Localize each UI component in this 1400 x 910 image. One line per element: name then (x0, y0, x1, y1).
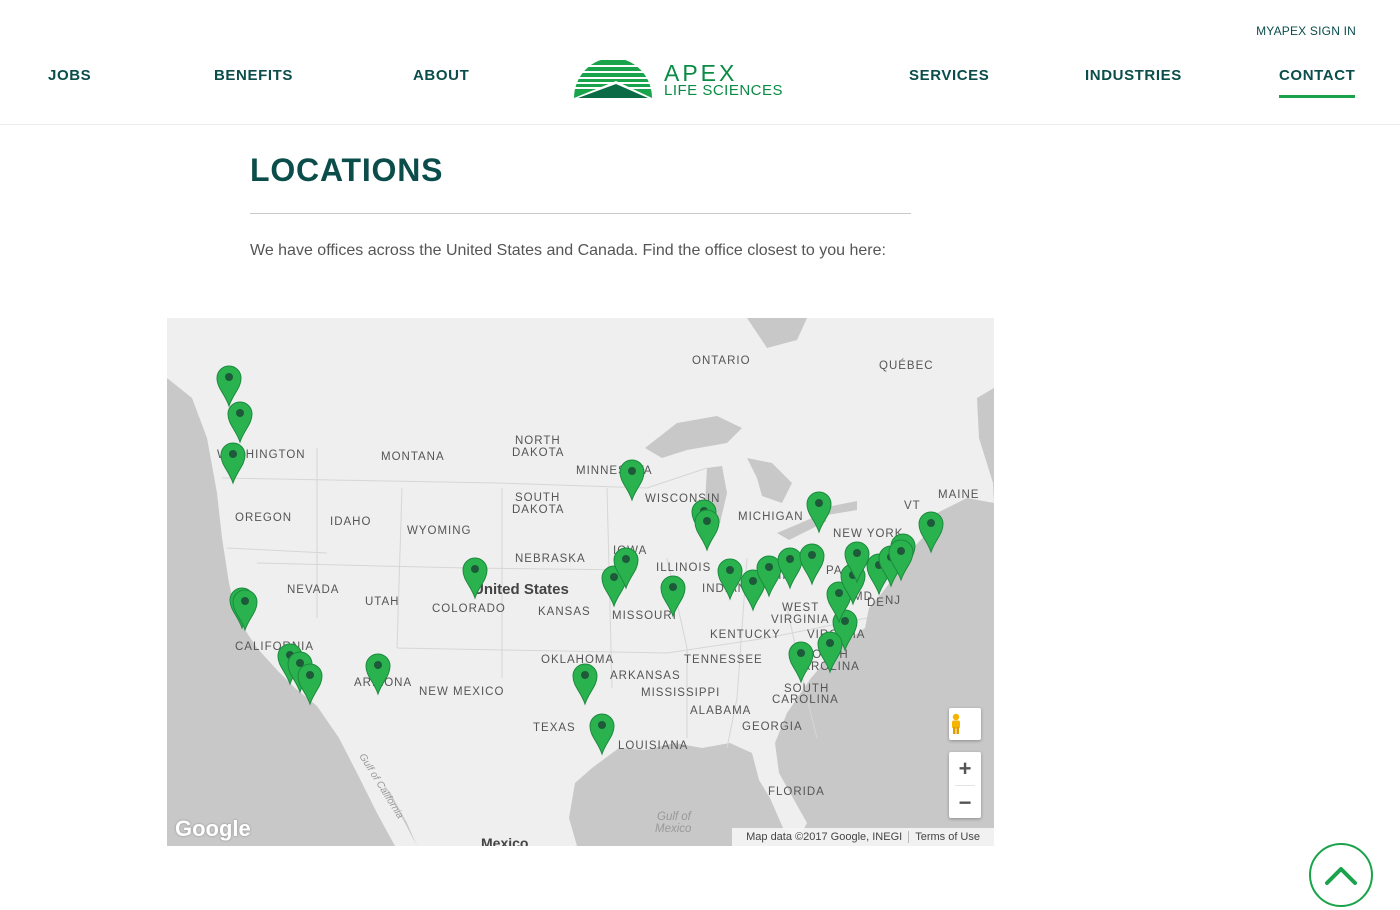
scroll-to-top-button[interactable] (1309, 843, 1373, 907)
map-label: CAROLINA (772, 694, 839, 706)
nav-services[interactable]: SERVICES (909, 67, 989, 84)
map-label: MISSISSIPPI (641, 687, 720, 699)
map-label: FLORIDA (768, 786, 825, 798)
logo-mountain-icon (574, 60, 652, 98)
zoom-controls: + − (949, 752, 981, 818)
map-label: OREGON (235, 512, 292, 524)
nav-contact[interactable]: CONTACT (1279, 67, 1356, 98)
map-label-country: United States (473, 581, 569, 598)
nav-benefits[interactable]: BENEFITS (214, 67, 293, 84)
page-title: LOCATIONS (250, 152, 444, 188)
map-label: ILLINOIS (656, 562, 711, 574)
map-label: COLORADO (432, 603, 506, 615)
map-label: NORTH (515, 435, 561, 447)
google-logo: Google (175, 816, 251, 841)
map-label: ARKANSAS (610, 670, 681, 682)
header-divider (0, 124, 1400, 125)
map-canvas[interactable]: ONTARIO QUÉBEC WASHINGTON MONTANA NORTH … (167, 318, 994, 846)
zoom-out-button[interactable]: − (949, 786, 981, 819)
map-label: SOUTH (515, 492, 560, 504)
locations-map[interactable]: ONTARIO QUÉBEC WASHINGTON MONTANA NORTH … (167, 318, 994, 846)
map-label: CALIFORNIA (235, 641, 314, 653)
map-label: WYOMING (407, 525, 472, 537)
title-divider (250, 213, 911, 214)
map-label: MICHIGAN (738, 511, 804, 523)
map-label: Mexico (655, 823, 692, 835)
nav-jobs[interactable]: JOBS (48, 67, 91, 84)
logo-lifesciences-text: LIFE SCIENCES (664, 82, 784, 99)
map-label: NJ (885, 595, 901, 607)
apex-logo[interactable]: APEX LIFE SCIENCES (572, 52, 822, 100)
map-label-country: Mexico (481, 835, 528, 846)
pegman-icon[interactable] (949, 708, 981, 740)
map-label: QUÉBEC (879, 359, 934, 372)
map-attribution: Map data ©2017 Google, INEGI Terms of Use (732, 828, 994, 846)
map-label: IDAHO (330, 516, 371, 528)
map-label: NEW MEXICO (419, 686, 504, 698)
map-label: KANSAS (538, 606, 591, 618)
map-label: DAKOTA (512, 447, 564, 459)
intro-text: We have offices across the United States… (250, 242, 886, 259)
chevron-up-icon (1325, 867, 1357, 885)
map-label: UTAH (365, 596, 399, 608)
map-label: LOUISIANA (618, 740, 688, 752)
nav-industries[interactable]: INDUSTRIES (1085, 67, 1182, 84)
myapex-signin-link[interactable]: MYAPEX SIGN IN (1256, 24, 1356, 38)
streetview-person-icon (952, 713, 960, 734)
map-label: TENNESSEE (684, 654, 763, 666)
map-data-credit: Map data ©2017 Google, INEGI (746, 831, 903, 843)
map-label: MONTANA (381, 451, 445, 463)
map-label: PA (826, 565, 843, 577)
map-label: MISSOURI (612, 610, 677, 622)
map-label: WEST (782, 602, 819, 614)
map-label: NEBRASKA (515, 553, 586, 565)
map-label: NEW YORK (833, 528, 903, 540)
map-label: VT (904, 500, 921, 512)
map-label: MAINE (938, 489, 979, 501)
map-label: TEXAS (533, 722, 576, 734)
map-label: ONTARIO (692, 355, 751, 367)
map-label: OKLAHOMA (541, 654, 614, 666)
terms-of-use-link[interactable]: Terms of Use (908, 831, 986, 843)
map-label: VIRGINIA (771, 614, 829, 626)
zoom-in-button[interactable]: + (949, 752, 981, 785)
map-label: KENTUCKY (710, 629, 781, 641)
map-label: DE (867, 597, 885, 609)
map-label: NEVADA (287, 584, 339, 596)
map-label: ALABAMA (690, 705, 751, 717)
nav-about[interactable]: ABOUT (413, 67, 469, 84)
map-label: DAKOTA (512, 504, 564, 516)
map-label: GEORGIA (742, 721, 803, 733)
map-label: Gulf of (657, 811, 693, 823)
